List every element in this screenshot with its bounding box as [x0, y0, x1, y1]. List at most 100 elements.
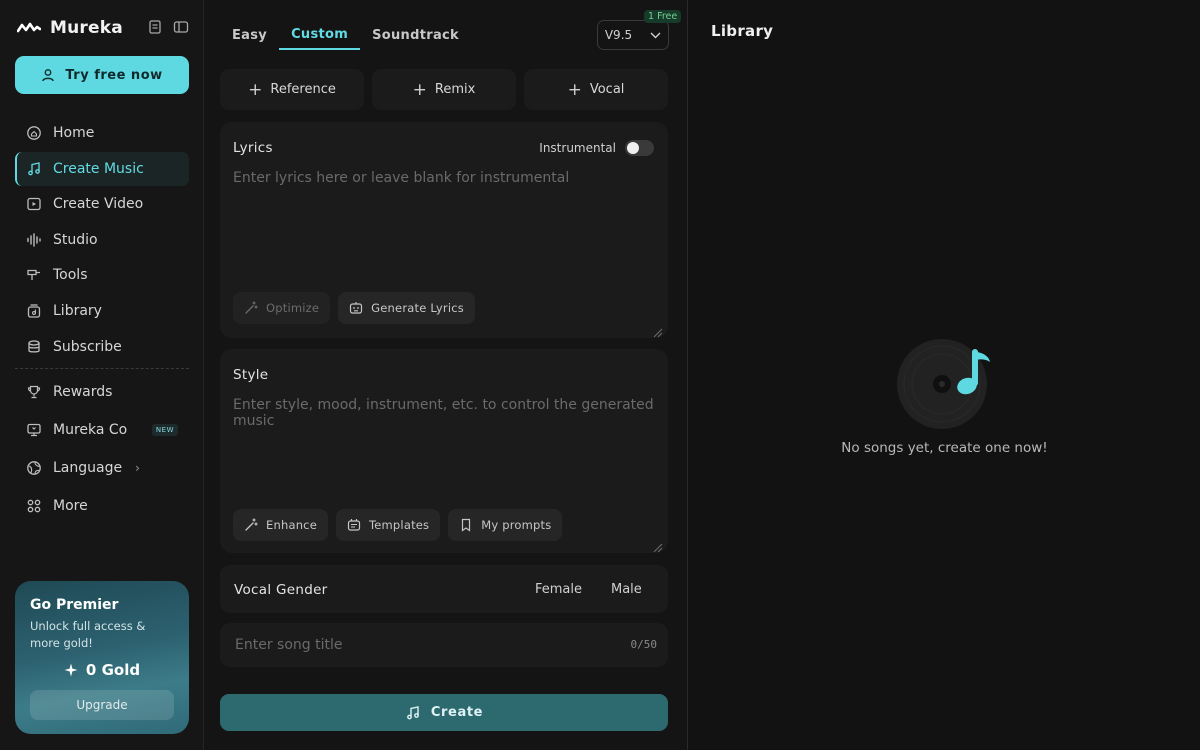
tab-easy[interactable]: Easy: [220, 20, 279, 50]
secondary-nav: Rewards Mureka Co NEW Language › More: [15, 374, 189, 526]
generate-lyrics-button[interactable]: Generate Lyrics: [338, 292, 475, 324]
remix-label: Remix: [434, 82, 476, 97]
gold-balance: 0 Gold: [15, 661, 189, 679]
version-select[interactable]: V9.5: [597, 20, 669, 50]
nav-item-label: More: [53, 498, 88, 514]
create-button[interactable]: Create: [220, 694, 668, 731]
create-panel: Easy Custom Soundtrack V9.5 1 Free + Ref…: [205, 0, 688, 750]
vocal-gender-label: Vocal Gender: [234, 582, 328, 598]
optimize-button[interactable]: Optimize: [233, 292, 331, 324]
nav-item-subscribe[interactable]: Subscribe: [15, 330, 189, 364]
robot-icon: [349, 301, 363, 315]
enhance-label: Enhance: [266, 518, 317, 532]
plus-icon: +: [412, 79, 427, 100]
sidebar: Mureka Try free now Home Create Music Cr…: [0, 0, 204, 750]
notes-icon[interactable]: [147, 19, 163, 35]
nav-item-label: Studio: [53, 231, 98, 248]
nav-item-label: Rewards: [53, 384, 113, 400]
song-title-field[interactable]: Enter song title 0/50: [220, 623, 668, 667]
gender-female-option[interactable]: Female: [535, 582, 582, 597]
main-nav: Home Create Music Create Video Studio To…: [15, 116, 189, 365]
music-note-icon: [26, 161, 42, 177]
video-icon: [26, 196, 42, 212]
nav-item-language[interactable]: Language ›: [15, 450, 189, 486]
nav-item-create-music[interactable]: Create Music: [15, 151, 189, 186]
lyrics-actions: Optimize Generate Lyrics: [233, 292, 475, 324]
song-title-input[interactable]: Enter song title: [235, 637, 342, 653]
templates-button[interactable]: Templates: [335, 509, 441, 541]
tab-soundtrack[interactable]: Soundtrack: [360, 20, 471, 50]
library-panel: Library No songs yet, create one now!: [689, 0, 1200, 750]
library-icon: [26, 303, 42, 319]
nav-item-label: Home: [53, 125, 95, 141]
my-prompts-button[interactable]: My prompts: [448, 509, 563, 541]
nav-item-home[interactable]: Home: [15, 116, 189, 150]
mode-tabs: Easy Custom Soundtrack: [220, 20, 471, 50]
upgrade-button[interactable]: Upgrade: [30, 690, 174, 720]
nav-item-more[interactable]: More: [15, 488, 189, 524]
plus-icon: +: [567, 79, 582, 100]
bookmark-icon: [459, 518, 473, 532]
vocal-gender-row: Vocal Gender Female Male: [220, 565, 668, 613]
resize-handle-icon[interactable]: [653, 323, 663, 338]
user-icon: [41, 68, 55, 82]
tab-custom[interactable]: Custom: [279, 20, 361, 50]
sparkle-icon: [64, 663, 78, 677]
vocal-label: Vocal: [589, 82, 625, 97]
globe-icon: [26, 460, 42, 476]
plus-icon: +: [248, 79, 263, 100]
enhance-button[interactable]: Enhance: [233, 509, 328, 541]
nav-item-label: Subscribe: [53, 338, 122, 355]
waveform-icon: [26, 232, 42, 248]
optimize-label: Optimize: [266, 301, 320, 315]
nav-item-studio[interactable]: Studio: [15, 223, 189, 257]
premier-title: Go Premier: [30, 597, 119, 613]
chevron-down-icon: [650, 32, 661, 39]
create-label: Create: [430, 705, 484, 720]
remix-button[interactable]: + Remix: [372, 69, 516, 110]
nav-item-library[interactable]: Library: [15, 294, 189, 328]
resize-handle-icon[interactable]: [653, 538, 663, 553]
style-title: Style: [233, 367, 269, 383]
nav-item-create-video[interactable]: Create Video: [15, 187, 189, 221]
stack-icon: [26, 339, 42, 355]
try-free-label: Try free now: [65, 67, 163, 83]
instrumental-control: Instrumental: [539, 140, 654, 156]
grid-icon: [26, 498, 42, 514]
free-badge: 1 Free: [644, 10, 682, 23]
lyrics-input[interactable]: Enter lyrics here or leave blank for ins…: [233, 170, 569, 186]
nav-item-tools[interactable]: Tools: [15, 258, 189, 292]
style-input[interactable]: Enter style, mood, instrument, etc. to c…: [233, 397, 668, 429]
template-icon: [347, 518, 361, 532]
library-title: Library: [711, 22, 774, 40]
chevron-right-icon: ›: [135, 461, 140, 475]
nav-item-label: Create Music: [53, 160, 144, 177]
trophy-icon: [26, 384, 42, 400]
reference-button[interactable]: + Reference: [220, 69, 364, 110]
nav-item-label: Library: [53, 302, 102, 319]
gold-amount: 0 Gold: [85, 661, 141, 679]
brand-logo[interactable]: Mureka: [17, 16, 123, 40]
instrumental-label: Instrumental: [539, 141, 616, 155]
nav-item-label: Tools: [53, 267, 88, 284]
nav-item-mureka-co[interactable]: Mureka Co NEW: [15, 412, 189, 448]
collapse-sidebar-icon[interactable]: [173, 19, 189, 35]
vocal-button[interactable]: + Vocal: [524, 69, 668, 110]
premier-card: Go Premier Unlock full access & more gol…: [15, 581, 189, 734]
nav-divider: [15, 368, 189, 369]
reference-label: Reference: [270, 82, 336, 97]
try-free-button[interactable]: Try free now: [15, 56, 189, 94]
brand-name: Mureka: [50, 18, 123, 38]
gender-male-option[interactable]: Male: [611, 582, 642, 597]
style-card: Style Enter style, mood, instrument, etc…: [220, 349, 668, 553]
templates-label: Templates: [368, 518, 430, 532]
home-icon: [26, 125, 42, 141]
nav-item-rewards[interactable]: Rewards: [15, 374, 189, 410]
tools-icon: [26, 267, 42, 283]
instrumental-toggle[interactable]: [625, 140, 654, 156]
magic-wand-icon: [244, 518, 258, 532]
lyrics-title: Lyrics: [233, 140, 273, 156]
magic-wand-icon: [244, 301, 258, 315]
music-note-icon: [405, 705, 421, 721]
mureka-logo-icon: [17, 21, 41, 35]
